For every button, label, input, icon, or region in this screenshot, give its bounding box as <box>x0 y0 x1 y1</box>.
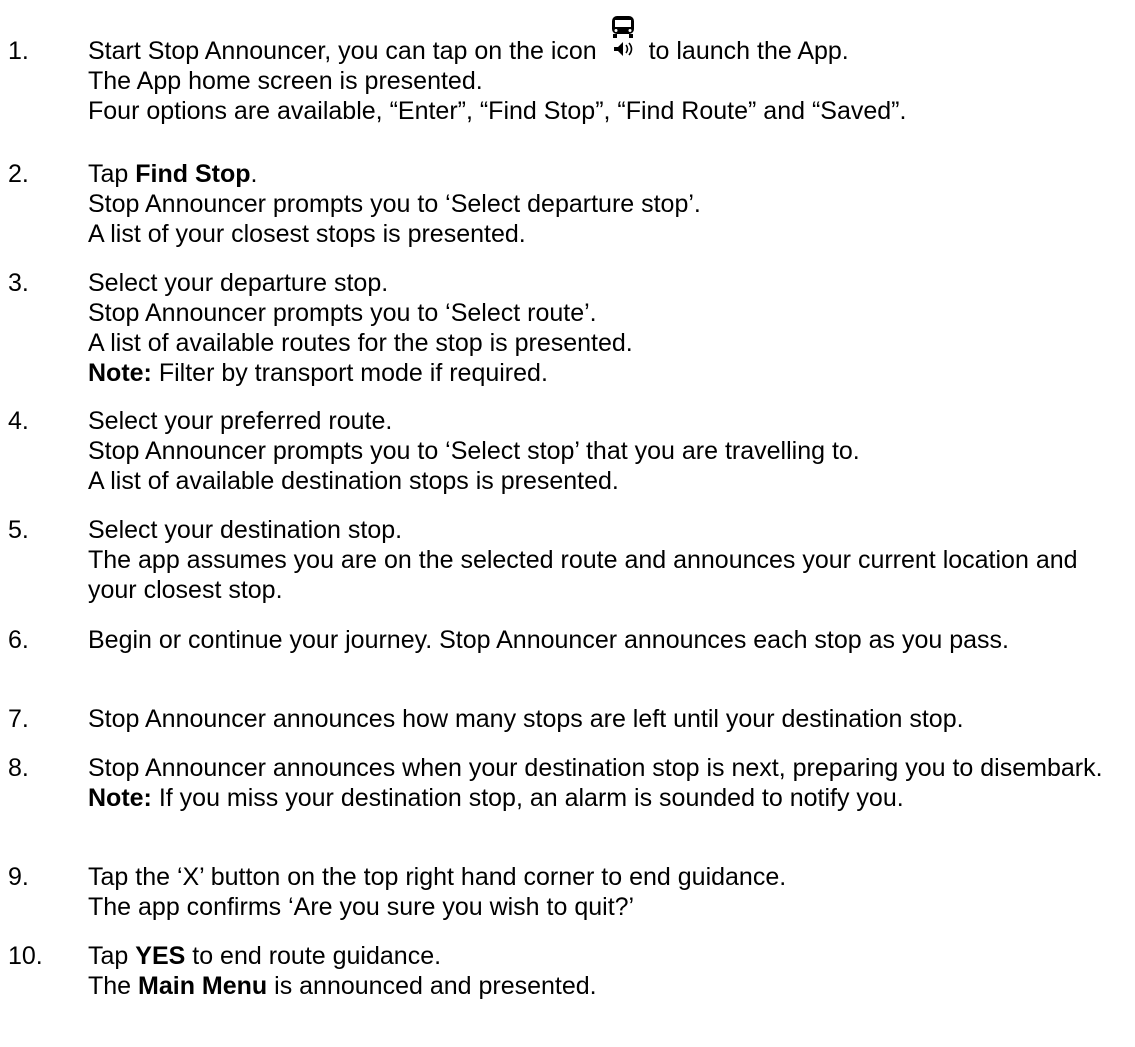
line-text: Start Stop Announcer, you can tap on the… <box>88 37 604 65</box>
step-number: 1. <box>8 37 29 65</box>
step-number: 9. <box>8 863 29 891</box>
step-number: 5. <box>8 516 29 544</box>
line-text: . <box>250 160 258 188</box>
step-line: Stop Announcer announces when your desti… <box>88 754 1103 782</box>
step-line: Note: If you miss your destination stop,… <box>88 783 1128 813</box>
step-line: Stop Announcer prompts you to ‘Select de… <box>88 190 701 218</box>
step-line: Select your departure stop. <box>88 269 389 297</box>
step-line: A list of available destination stops is… <box>88 467 619 495</box>
step-line: Start Stop Announcer, you can tap on the… <box>88 16 1128 66</box>
step-number: 3. <box>8 269 29 297</box>
step-body: Select your departure stop. Stop Announc… <box>88 268 1128 388</box>
step-line: Begin or continue your journey. Stop Ann… <box>88 626 1009 654</box>
step-line: Tap YES to end route guidance. <box>88 941 1128 971</box>
step-line: The app confirms ‘Are you sure you wish … <box>88 893 635 921</box>
step-number: 10. <box>8 942 43 970</box>
line-text: is announced and presented. <box>267 972 597 1000</box>
line-text: to launch the App. <box>641 37 849 65</box>
step-line: The Main Menu is announced and presented… <box>88 971 1128 1001</box>
step-body: Stop Announcer announces when your desti… <box>88 753 1128 813</box>
step-line: Stop Announcer announces how many stops … <box>88 705 964 733</box>
step-body: Start Stop Announcer, you can tap on the… <box>88 16 1128 126</box>
step-line: Stop Announcer prompts you to ‘Select st… <box>88 437 860 465</box>
step-line: The app assumes you are on the selected … <box>88 546 1078 604</box>
bold-text: Main Menu <box>138 972 268 1000</box>
step-body: Stop Announcer announces how many stops … <box>88 704 1128 734</box>
line-text: Tap <box>88 942 136 970</box>
bold-text: Note: <box>88 359 152 387</box>
bold-text: Find Stop <box>135 160 251 188</box>
step-body: Tap the ‘X’ button on the top right hand… <box>88 862 1128 922</box>
bold-text: Note: <box>88 784 152 812</box>
step-line: Stop Announcer prompts you to ‘Select ro… <box>88 299 597 327</box>
line-text: Filter by transport mode if required. <box>151 359 548 387</box>
line-text: If you miss your destination stop, an al… <box>151 784 904 812</box>
step-body: Begin or continue your journey. Stop Ann… <box>88 625 1128 655</box>
line-text: Tap <box>88 160 136 188</box>
step-body: Tap YES to end route guidance. The Main … <box>88 941 1128 1001</box>
step-body: Select your preferred route. Stop Announ… <box>88 406 1128 496</box>
line-text: The <box>88 972 139 1000</box>
step-number: 6. <box>8 626 29 654</box>
step-line: Tap the ‘X’ button on the top right hand… <box>88 863 787 891</box>
line-text: to end route guidance. <box>185 942 442 970</box>
step-number: 7. <box>8 705 29 733</box>
bus-speaker-icon <box>604 16 642 66</box>
step-number: 2. <box>8 160 29 188</box>
step-line: Tap Find Stop. <box>88 159 1128 189</box>
step-line: A list of available routes for the stop … <box>88 329 633 357</box>
step-line: The App home screen is presented. <box>88 67 483 95</box>
bold-text: YES <box>135 942 186 970</box>
step-line: A list of your closest stops is presente… <box>88 220 526 248</box>
step-number: 8. <box>8 754 29 782</box>
step-line: Note: Filter by transport mode if requir… <box>88 358 1128 388</box>
step-line: Four options are available, “Enter”, “Fi… <box>88 97 907 125</box>
step-body: Select your destination stop. The app as… <box>88 515 1128 605</box>
step-body: Tap Find Stop. Stop Announcer prompts yo… <box>88 159 1128 249</box>
step-number: 4. <box>8 407 29 435</box>
step-line: Select your destination stop. <box>88 516 403 544</box>
step-line: Select your preferred route. <box>88 407 393 435</box>
